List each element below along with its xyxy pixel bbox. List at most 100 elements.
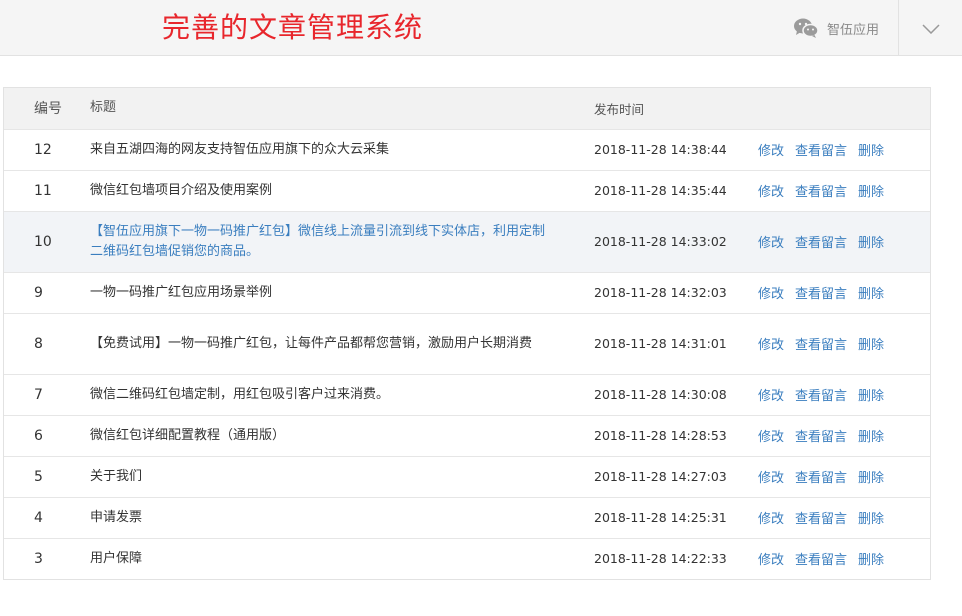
edit-link[interactable]: 修改 [758, 287, 784, 302]
table-row: 4 申请发票 2018-11-28 14:25:31 修改 查看留言 删除 [4, 496, 930, 538]
edit-link[interactable]: 修改 [758, 338, 784, 353]
row-time: 2018-11-28 14:32:03 [594, 271, 758, 313]
edit-link[interactable]: 修改 [758, 185, 784, 200]
row-title-text[interactable]: 一物一码推广红包应用场景举例 [90, 285, 272, 300]
row-id: 5 [4, 455, 90, 497]
view-comments-link[interactable]: 查看留言 [795, 144, 847, 159]
delete-link[interactable]: 删除 [858, 185, 884, 200]
row-actions: 修改 查看留言 删除 [758, 210, 930, 272]
row-title[interactable]: 微信二维码红包墙定制，用红包吸引客户过来消费。 [90, 373, 594, 415]
row-title[interactable]: 申请发票 [90, 496, 594, 538]
table-row: 5 关于我们 2018-11-28 14:27:03 修改 查看留言 删除 [4, 455, 930, 497]
row-actions: 修改 查看留言 删除 [758, 537, 930, 579]
row-title-text[interactable]: 微信红包详细配置教程（通用版） [90, 428, 285, 443]
row-title-text[interactable]: 关于我们 [90, 469, 142, 484]
article-table: 编号 标题 发布时间 12 来自五湖四海的网友支持智伍应用旗下的众大云采集 2018… [3, 87, 931, 580]
edit-link[interactable]: 修改 [758, 236, 784, 251]
table-row: 6 微信红包详细配置教程（通用版） 2018-11-28 14:28:53 修改 查看留… [4, 414, 930, 456]
row-actions: 修改 查看留言 删除 [758, 271, 930, 313]
top-header: 完善的文章管理系统 智伍应用 [0, 0, 962, 56]
edit-link[interactable]: 修改 [758, 430, 784, 445]
delete-link[interactable]: 删除 [858, 471, 884, 486]
table-header-row: 编号 标题 发布时间 [4, 88, 930, 129]
row-time: 2018-11-28 14:35:44 [594, 169, 758, 211]
row-title[interactable]: 【免费试用】一物一码推广红包，让每件产品都帮您营销，激励用户长期消费 [90, 312, 594, 374]
column-header-title: 标题 [90, 100, 117, 116]
row-actions: 修改 查看留言 删除 [758, 169, 930, 211]
row-id: 12 [4, 128, 90, 170]
row-title-text[interactable]: 申请发票 [90, 510, 142, 525]
row-title[interactable]: 【智伍应用旗下一物一码推广红包】微信线上流量引流到线下实体店，利用定制二维码红包… [90, 210, 594, 272]
view-comments-link[interactable]: 查看留言 [795, 471, 847, 486]
row-id: 8 [4, 312, 90, 374]
row-id: 11 [4, 169, 90, 211]
table-row: 9 一物一码推广红包应用场景举例 2018-11-28 14:32:03 修改 查看留言… [4, 271, 930, 313]
view-comments-link[interactable]: 查看留言 [795, 430, 847, 445]
site-title: 完善的文章管理系统 [162, 11, 424, 44]
menu-toggle-button[interactable] [898, 0, 962, 56]
chevron-down-icon [921, 19, 940, 38]
table-row: 8 【免费试用】一物一码推广红包，让每件产品都帮您营销，激励用户长期消费 2018-… [4, 312, 930, 374]
row-title-text[interactable]: 微信红包墙项目介绍及使用案例 [90, 183, 272, 198]
row-title-text[interactable]: 来自五湖四海的网友支持智伍应用旗下的众大云采集 [90, 142, 389, 157]
delete-link[interactable]: 删除 [858, 144, 884, 159]
edit-link[interactable]: 修改 [758, 389, 784, 404]
row-time: 2018-11-28 14:28:53 [594, 414, 758, 456]
delete-link[interactable]: 删除 [858, 553, 884, 568]
row-id: 7 [4, 373, 90, 415]
row-actions: 修改 查看留言 删除 [758, 373, 930, 415]
row-id: 6 [4, 414, 90, 456]
delete-link[interactable]: 删除 [858, 338, 884, 353]
row-id: 9 [4, 271, 90, 313]
row-title[interactable]: 一物一码推广红包应用场景举例 [90, 271, 594, 313]
delete-link[interactable]: 删除 [858, 287, 884, 302]
table-row: 11 微信红包墙项目介绍及使用案例 2018-11-28 14:35:44 修改 查看留… [4, 169, 930, 211]
edit-link[interactable]: 修改 [758, 471, 784, 486]
row-title[interactable]: 关于我们 [90, 455, 594, 497]
row-id: 10 [4, 210, 90, 272]
row-time: 2018-11-28 14:33:02 [594, 210, 758, 272]
table-row: 3 用户保障 2018-11-28 14:22:33 修改 查看留言 删除 [4, 537, 930, 579]
row-actions: 修改 查看留言 删除 [758, 455, 930, 497]
edit-link[interactable]: 修改 [758, 144, 784, 159]
wechat-icon [793, 17, 819, 39]
delete-link[interactable]: 删除 [858, 512, 884, 527]
view-comments-link[interactable]: 查看留言 [795, 185, 847, 200]
row-title[interactable]: 来自五湖四海的网友支持智伍应用旗下的众大云采集 [90, 128, 594, 170]
row-title-text[interactable]: 【智伍应用旗下一物一码推广红包】微信线上流量引流到线下实体店，利用定制二维码红包… [90, 224, 545, 259]
row-title-text[interactable]: 用户保障 [90, 551, 142, 566]
delete-link[interactable]: 删除 [858, 430, 884, 445]
brand-label: 智伍应用 [827, 22, 880, 38]
column-header-actions [758, 88, 930, 129]
row-time: 2018-11-28 14:25:31 [594, 496, 758, 538]
row-actions: 修改 查看留言 删除 [758, 414, 930, 456]
row-time: 2018-11-28 14:30:08 [594, 373, 758, 415]
table-row: 10 【智伍应用旗下一物一码推广红包】微信线上流量引流到线下实体店，利用定制二维码… [4, 210, 930, 272]
row-actions: 修改 查看留言 删除 [758, 128, 930, 170]
delete-link[interactable]: 删除 [858, 236, 884, 251]
row-time: 2018-11-28 14:27:03 [594, 455, 758, 497]
brand-link[interactable]: 智伍应用 [793, 16, 879, 40]
row-actions: 修改 查看留言 删除 [758, 496, 930, 538]
view-comments-link[interactable]: 查看留言 [795, 338, 847, 353]
edit-link[interactable]: 修改 [758, 512, 784, 527]
row-id: 4 [4, 496, 90, 538]
table-row: 12 来自五湖四海的网友支持智伍应用旗下的众大云采集 2018-11-28 14:3… [4, 128, 930, 170]
row-title-text[interactable]: 微信二维码红包墙定制，用红包吸引客户过来消费。 [90, 387, 389, 402]
column-header-id: 编号 [34, 101, 62, 118]
row-time: 2018-11-28 14:31:01 [594, 312, 758, 374]
view-comments-link[interactable]: 查看留言 [795, 553, 847, 568]
row-title-text[interactable]: 【免费试用】一物一码推广红包，让每件产品都帮您营销，激励用户长期消费 [90, 336, 532, 351]
row-time: 2018-11-28 14:22:33 [594, 537, 758, 579]
delete-link[interactable]: 删除 [858, 389, 884, 404]
row-title[interactable]: 微信红包详细配置教程（通用版） [90, 414, 594, 456]
view-comments-link[interactable]: 查看留言 [795, 236, 847, 251]
view-comments-link[interactable]: 查看留言 [795, 512, 847, 527]
column-header-time: 发布时间 [594, 101, 645, 117]
row-title[interactable]: 用户保障 [90, 537, 594, 579]
view-comments-link[interactable]: 查看留言 [795, 287, 847, 302]
row-title[interactable]: 微信红包墙项目介绍及使用案例 [90, 169, 594, 211]
edit-link[interactable]: 修改 [758, 553, 784, 568]
view-comments-link[interactable]: 查看留言 [795, 389, 847, 404]
row-actions: 修改 查看留言 删除 [758, 312, 930, 374]
